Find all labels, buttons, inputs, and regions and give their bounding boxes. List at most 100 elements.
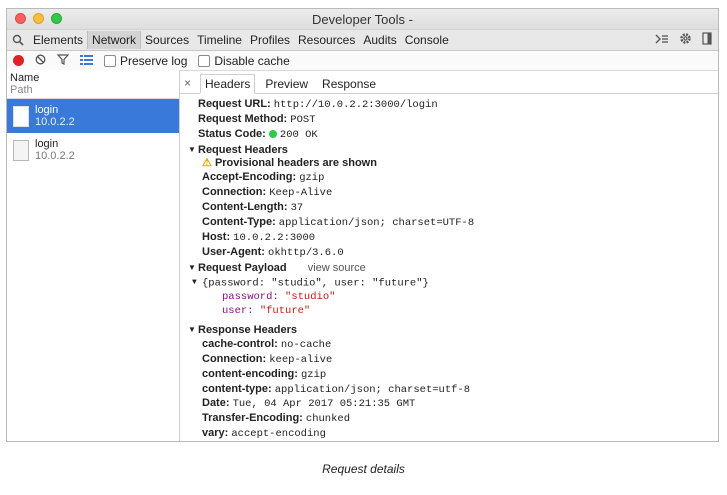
- header-row: Accept-Encoding: gzip: [202, 171, 718, 186]
- triangle-down-icon[interactable]: ▼: [188, 143, 198, 157]
- header-key: Date:: [202, 397, 230, 410]
- tab-elements[interactable]: Elements: [29, 31, 87, 49]
- request-payload-title: Request Payload: [198, 261, 287, 274]
- header-value: accept-encoding: [231, 428, 326, 441]
- drawer-icon[interactable]: [655, 33, 669, 48]
- header-value: application/json; charset=utf-8: [274, 383, 471, 396]
- request-details-pane: × Headers Preview Response Request URL: …: [180, 70, 718, 441]
- tab-sources[interactable]: Sources: [141, 31, 193, 49]
- status-code-key: Status Code:: [198, 127, 266, 140]
- close-icon[interactable]: ×: [184, 76, 194, 93]
- header-key: content-encoding:: [202, 367, 298, 380]
- request-url-value: http://10.0.2.2:3000/login: [273, 99, 438, 111]
- header-value: application/json; charset=UTF-8: [278, 217, 475, 230]
- header-row: content-encoding: gzip: [202, 368, 718, 383]
- request-row[interactable]: login 10.0.2.2: [7, 133, 179, 167]
- status-code-value: 200 OK: [279, 128, 318, 141]
- header-row: Content-Length: 37: [202, 201, 718, 216]
- request-method-key: Request Method:: [198, 112, 288, 125]
- tab-response[interactable]: Response: [318, 75, 380, 93]
- response-headers-list: cache-control: no-cache Connection: keep…: [198, 337, 718, 441]
- payload-summary[interactable]: ▼ {password: "studio", user: "future"}: [192, 276, 718, 292]
- header-value: chunked: [305, 413, 351, 426]
- header-value: gzip: [301, 368, 327, 381]
- provisional-warning: ⚠ Provisional headers are shown: [202, 157, 718, 171]
- window-title: Developer Tools -: [312, 12, 413, 27]
- network-toolbar: Preserve log Disable cache: [7, 51, 718, 71]
- record-icon[interactable]: [13, 55, 24, 66]
- column-header-name: Name: [10, 72, 40, 84]
- devtools-window: Developer Tools - Elements Network Sourc…: [6, 8, 719, 442]
- triangle-down-icon[interactable]: ▼: [192, 276, 202, 290]
- name-column-header[interactable]: Name Path: [7, 70, 179, 99]
- header-key: User-Agent:: [202, 245, 265, 258]
- header-key: cache-control:: [202, 337, 278, 350]
- request-row-selected[interactable]: login 10.0.2.2: [7, 99, 179, 133]
- tab-resources[interactable]: Resources: [294, 31, 359, 49]
- tab-profiles[interactable]: Profiles: [246, 31, 294, 49]
- disable-cache-checkbox[interactable]: Disable cache: [198, 54, 290, 68]
- header-value: keep-alive: [269, 353, 333, 366]
- payload-field: password: "studio": [222, 291, 718, 305]
- gear-icon[interactable]: [679, 32, 692, 48]
- response-headers-section[interactable]: ▼ Response Headers: [188, 323, 718, 338]
- status-ok-icon: [268, 129, 277, 138]
- payload-summary-text: {password: "studio", user: "future"}: [202, 277, 429, 290]
- triangle-down-icon[interactable]: ▼: [188, 261, 198, 275]
- column-header-path: Path: [10, 84, 33, 96]
- tab-audits[interactable]: Audits: [359, 31, 400, 49]
- payload-value: "future": [259, 305, 311, 318]
- details-tab-bar: × Headers Preview Response: [180, 74, 718, 94]
- status-code-row: Status Code: 200 OK: [198, 128, 718, 143]
- payload-key: password:: [222, 291, 279, 304]
- request-headers-title: Request Headers: [198, 143, 288, 156]
- preserve-log-box[interactable]: [104, 54, 116, 67]
- request-url-key: Request URL:: [198, 98, 271, 110]
- file-icon: [13, 105, 29, 127]
- figure-caption: Request details: [322, 462, 405, 476]
- filter-icon[interactable]: [56, 53, 70, 68]
- header-key: Content-Length:: [202, 201, 288, 214]
- clear-icon[interactable]: [35, 54, 46, 68]
- header-row: Transfer-Encoding: chunked: [202, 412, 718, 427]
- header-value: Keep-Alive: [269, 187, 333, 200]
- header-value: okhttp/3.6.0: [268, 246, 344, 259]
- network-content: Name Path login 10.0.2.2 login 10.0.2.2: [7, 70, 718, 441]
- header-key: Content-Type:: [202, 216, 276, 229]
- tab-headers[interactable]: Headers: [200, 74, 256, 94]
- request-host: 10.0.2.2: [35, 150, 75, 162]
- payload-value: "studio": [285, 291, 336, 304]
- header-row: Content-Type: application/json; charset=…: [202, 216, 718, 231]
- search-icon[interactable]: [7, 34, 29, 46]
- header-row: content-type: application/json; charset=…: [202, 383, 718, 398]
- request-method-value: POST: [290, 113, 316, 126]
- list-view-icon[interactable]: [80, 54, 93, 68]
- header-row: vary: accept-encoding: [202, 427, 718, 441]
- tab-network[interactable]: Network: [87, 31, 142, 49]
- header-value: 37: [290, 202, 304, 215]
- view-source-link[interactable]: view source: [308, 262, 366, 274]
- payload-key: user:: [222, 305, 254, 318]
- payload-field: user: "future": [222, 305, 718, 319]
- triangle-down-icon[interactable]: ▼: [188, 323, 198, 337]
- header-key: content-type:: [202, 382, 272, 395]
- header-row: Connection: Keep-Alive: [202, 186, 718, 201]
- header-value: Tue, 04 Apr 2017 05:21:35 GMT: [232, 398, 416, 411]
- header-key: Connection:: [202, 186, 267, 199]
- request-method-row: Request Method: POST: [198, 113, 718, 128]
- tab-console[interactable]: Console: [401, 31, 453, 49]
- devtools-tab-bar: Elements Network Sources Timeline Profil…: [7, 30, 718, 51]
- request-list: Name Path login 10.0.2.2 login 10.0.2.2: [7, 70, 180, 441]
- tab-timeline[interactable]: Timeline: [193, 31, 246, 49]
- request-headers-list: ⚠ Provisional headers are shown Accept-E…: [198, 157, 718, 260]
- request-headers-section[interactable]: ▼ Request Headers: [188, 143, 718, 158]
- request-url-row: Request URL: http://10.0.2.2:3000/login: [198, 98, 718, 113]
- headers-details: Request URL: http://10.0.2.2:3000/login …: [180, 94, 718, 441]
- request-payload-section[interactable]: ▼ Request Payload view source: [188, 261, 718, 276]
- request-host: 10.0.2.2: [35, 116, 75, 128]
- preserve-log-checkbox[interactable]: Preserve log: [104, 54, 187, 68]
- disable-cache-box[interactable]: [198, 54, 211, 67]
- dock-icon[interactable]: [702, 32, 712, 48]
- tab-preview[interactable]: Preview: [261, 75, 312, 93]
- header-value: gzip: [299, 172, 325, 185]
